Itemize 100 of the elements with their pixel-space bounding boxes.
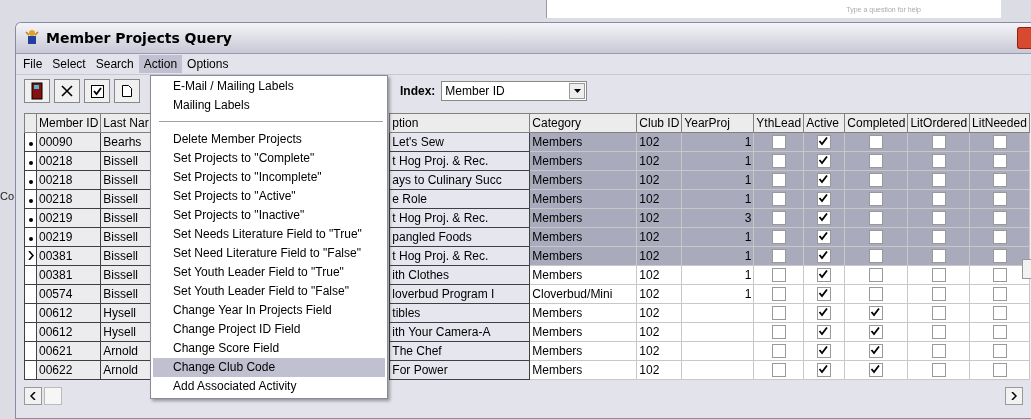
check-all-button[interactable] (84, 79, 110, 103)
checkbox[interactable] (931, 192, 946, 207)
menu-item[interactable]: Search (90, 55, 139, 73)
menu-item[interactable]: Mailing Labels (153, 96, 385, 115)
index-dropdown[interactable]: Member ID (441, 81, 588, 101)
checkbox[interactable] (931, 363, 946, 378)
checkbox[interactable] (869, 363, 884, 378)
checkbox[interactable] (992, 268, 1007, 283)
checkbox[interactable] (869, 135, 884, 150)
checkbox[interactable] (869, 230, 884, 245)
checkbox[interactable] (992, 287, 1007, 302)
menu-item[interactable]: Set Need Literature Field to "False" (153, 244, 385, 263)
menu-item[interactable]: Select (47, 55, 91, 73)
checkbox[interactable] (931, 344, 946, 359)
checkbox[interactable] (869, 268, 884, 283)
column-header[interactable]: YthLead (753, 113, 804, 133)
checkbox[interactable] (817, 249, 832, 264)
menu-item[interactable]: Delete Member Projects (153, 130, 385, 149)
checkbox[interactable] (992, 344, 1007, 359)
checkbox[interactable] (992, 135, 1007, 150)
scroll-left-button[interactable] (24, 387, 42, 405)
checkbox[interactable] (869, 306, 884, 321)
checkbox[interactable] (992, 230, 1007, 245)
checkbox[interactable] (992, 249, 1007, 264)
checkbox[interactable] (817, 211, 832, 226)
checkbox[interactable] (817, 173, 832, 188)
checkbox[interactable] (771, 268, 786, 283)
column-header[interactable]: YearProj (681, 113, 754, 133)
menu-item[interactable]: Add Associated Activity (153, 377, 385, 396)
checkbox[interactable] (771, 192, 786, 207)
checkbox[interactable] (931, 173, 946, 188)
delete-button[interactable] (54, 79, 80, 103)
checkbox[interactable] (771, 306, 786, 321)
checkbox[interactable] (817, 154, 832, 169)
checkbox[interactable] (869, 192, 884, 207)
exit-door-button[interactable] (24, 79, 50, 103)
column-header[interactable]: Last Nar (100, 113, 153, 133)
checkbox[interactable] (817, 135, 832, 150)
checkbox[interactable] (869, 287, 884, 302)
checkbox[interactable] (869, 325, 884, 340)
checkbox[interactable] (817, 287, 832, 302)
new-page-button[interactable] (114, 79, 140, 103)
checkbox[interactable] (771, 249, 786, 264)
column-header[interactable]: Active (803, 113, 845, 133)
close-button[interactable] (1017, 27, 1031, 49)
checkbox[interactable] (931, 268, 946, 283)
checkbox[interactable] (771, 287, 786, 302)
checkbox[interactable] (771, 135, 786, 150)
checkbox[interactable] (817, 344, 832, 359)
checkbox[interactable] (869, 344, 884, 359)
checkbox[interactable] (992, 192, 1007, 207)
checkbox[interactable] (771, 173, 786, 188)
column-header[interactable]: LitNeeded (969, 113, 1030, 133)
menu-item[interactable]: Change Club Code (153, 358, 385, 377)
menu-item[interactable]: E-Mail / Mailing Labels (153, 77, 385, 96)
menu-item[interactable]: Change Year In Projects Field (153, 301, 385, 320)
checkbox[interactable] (817, 363, 832, 378)
checkbox[interactable] (771, 230, 786, 245)
menu-item[interactable]: Action (138, 55, 183, 73)
checkbox[interactable] (992, 211, 1007, 226)
checkbox[interactable] (931, 287, 946, 302)
checkbox[interactable] (992, 154, 1007, 169)
checkbox[interactable] (931, 306, 946, 321)
menu-item[interactable]: Change Score Field (153, 339, 385, 358)
menu-item[interactable]: Options (182, 55, 234, 73)
checkbox[interactable] (817, 306, 832, 321)
checkbox[interactable] (817, 192, 832, 207)
checkbox[interactable] (931, 135, 946, 150)
menu-item[interactable]: Set Youth Leader Field to "False" (153, 282, 385, 301)
column-header[interactable]: Completed (844, 113, 908, 133)
menu-item[interactable]: Set Projects to "Complete" (153, 149, 385, 168)
column-header[interactable]: Category (529, 113, 637, 133)
menu-item[interactable]: Set Projects to "Active" (153, 187, 385, 206)
checkbox[interactable] (771, 344, 786, 359)
checkbox[interactable] (992, 306, 1007, 321)
column-header[interactable]: LitOrdered (907, 113, 970, 133)
checkbox[interactable] (931, 230, 946, 245)
column-header[interactable]: ption (389, 113, 530, 133)
menu-item[interactable]: Set Youth Leader Field to "True" (153, 263, 385, 282)
menu-item[interactable]: Set Projects to "Inactive" (153, 206, 385, 225)
scroll-thumb[interactable] (44, 387, 62, 405)
checkbox[interactable] (817, 268, 832, 283)
menu-item[interactable]: Change Project ID Field (153, 320, 385, 339)
checkbox[interactable] (931, 325, 946, 340)
checkbox[interactable] (992, 363, 1007, 378)
checkbox[interactable] (771, 211, 786, 226)
checkbox[interactable] (931, 211, 946, 226)
checkbox[interactable] (869, 154, 884, 169)
checkbox[interactable] (931, 249, 946, 264)
checkbox[interactable] (817, 325, 832, 340)
checkbox[interactable] (869, 249, 884, 264)
checkbox[interactable] (869, 173, 884, 188)
menu-item[interactable]: Set Needs Literature Field to "True" (153, 225, 385, 244)
checkbox[interactable] (869, 211, 884, 226)
checkbox[interactable] (771, 325, 786, 340)
column-header[interactable]: Club ID (636, 113, 682, 133)
menu-item[interactable]: File (18, 55, 48, 73)
menu-item[interactable]: Set Projects to "Incomplete" (153, 168, 385, 187)
column-header[interactable]: Member ID (36, 113, 101, 133)
checkbox[interactable] (817, 230, 832, 245)
